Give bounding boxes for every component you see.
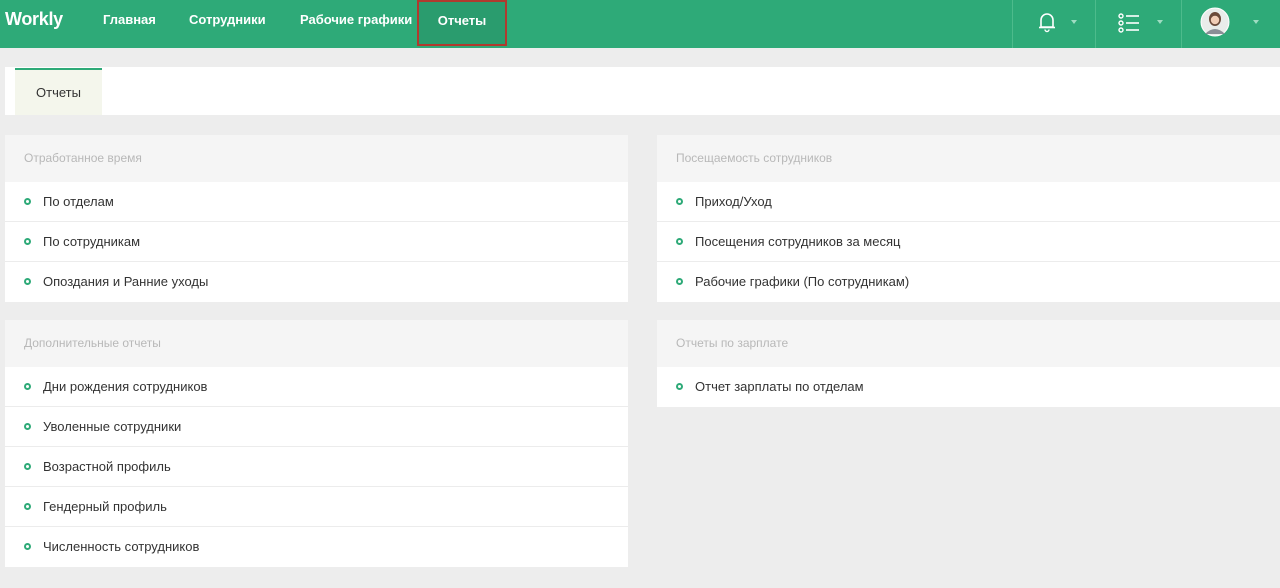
user-menu-button[interactable] [1182,0,1280,48]
report-link-label: Посещения сотрудников за месяц [695,234,901,249]
nav-item-employees[interactable]: Сотрудники [189,0,266,48]
bullet-icon [24,383,31,391]
app-logo[interactable]: Workly [5,9,63,30]
report-link[interactable]: Возрастной профиль [5,447,628,487]
report-link-label: Отчет зарплаты по отделам [695,379,864,394]
notifications-button[interactable] [1013,0,1095,48]
report-link-label: Численность сотрудников [43,539,200,554]
chevron-down-icon [1157,20,1163,24]
report-link[interactable]: Численность сотрудников [5,527,628,567]
avatar [1200,7,1230,37]
chevron-down-icon [1253,20,1259,24]
card-salary-reports: Отчеты по зарплате Отчет зарплаты по отд… [657,320,1280,407]
report-link[interactable]: По сотрудникам [5,222,628,262]
bullet-icon [24,198,31,206]
card-title: Отработанное время [5,135,628,182]
report-link-label: Дни рождения сотрудников [43,379,208,394]
bullet-icon [24,238,31,246]
card-title: Дополнительные отчеты [5,320,628,367]
report-link[interactable]: Отчет зарплаты по отделам [657,367,1280,407]
card-attendance: Посещаемость сотрудников Приход/Уход Пос… [657,135,1280,302]
report-link[interactable]: Гендерный профиль [5,487,628,527]
report-link[interactable]: Приход/Уход [657,182,1280,222]
chevron-down-icon [1071,20,1077,24]
card-additional-reports: Дополнительные отчеты Дни рождения сотру… [5,320,628,567]
bullet-icon [24,278,31,286]
report-link[interactable]: Посещения сотрудников за месяц [657,222,1280,262]
report-link-label: Возрастной профиль [43,459,171,474]
bullet-icon [676,198,683,206]
tab-strip: Отчеты [5,67,1280,115]
report-link-label: По отделам [43,194,114,209]
top-navigation-bar: Workly Главная Сотрудники Рабочие график… [0,0,1280,48]
bullet-icon [24,543,31,551]
bullet-icon [24,463,31,471]
report-link-label: Гендерный профиль [43,499,167,514]
tab-reports[interactable]: Отчеты [15,68,102,115]
bullet-icon [24,503,31,511]
list-icon [1118,13,1139,33]
report-link[interactable]: Дни рождения сотрудников [5,367,628,407]
report-link[interactable]: Опоздания и Ранние уходы [5,262,628,302]
bullet-icon [24,423,31,431]
nav-item-home[interactable]: Главная [103,0,156,48]
bullet-icon [676,278,683,286]
report-link[interactable]: Рабочие графики (По сотрудникам) [657,262,1280,302]
card-title: Посещаемость сотрудников [657,135,1280,182]
card-worked-time: Отработанное время По отделам По сотрудн… [5,135,628,302]
nav-item-reports[interactable]: Отчеты [417,0,507,46]
card-title: Отчеты по зарплате [657,320,1280,367]
nav-item-schedules[interactable]: Рабочие графики [300,0,412,48]
report-link[interactable]: По отделам [5,182,628,222]
report-link-label: Уволенные сотрудники [43,419,182,434]
bullet-icon [676,383,683,391]
report-link-label: Опоздания и Ранние уходы [43,274,209,289]
bullet-icon [676,238,683,246]
report-link-label: Рабочие графики (По сотрудникам) [695,274,910,289]
list-menu-button[interactable] [1096,0,1181,48]
report-link-label: Приход/Уход [695,194,772,209]
report-link[interactable]: Уволенные сотрудники [5,407,628,447]
report-link-label: По сотрудникам [43,234,141,249]
bell-icon [1039,13,1055,33]
